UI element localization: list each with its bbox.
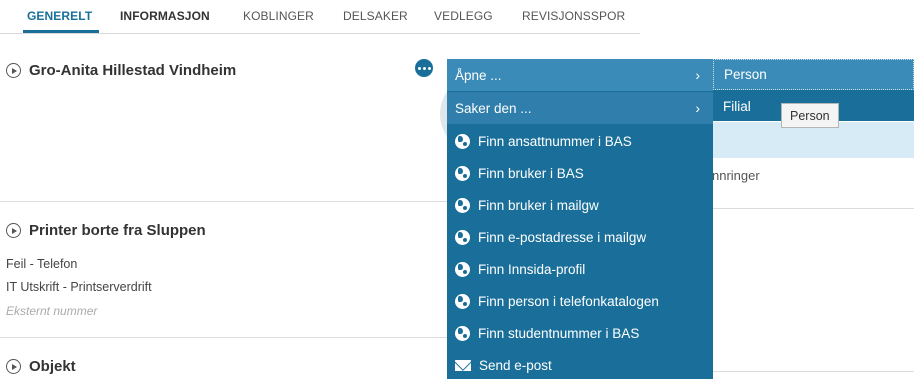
right-divider xyxy=(712,208,914,209)
menu-item-label: Åpne ... xyxy=(455,67,502,83)
tab-informasjon[interactable]: INFORMASJON xyxy=(120,9,210,23)
ellipsis-icon xyxy=(417,66,421,70)
menu-item-find-student-number[interactable]: Finn studentnummer i BAS xyxy=(447,317,713,349)
submenu-item-label: Filial xyxy=(723,99,751,114)
object-section-header[interactable]: Objekt xyxy=(6,358,76,375)
tab-koblinger[interactable]: KOBLINGER xyxy=(243,9,314,23)
mail-icon xyxy=(455,359,471,371)
menu-item-label: Finn Innsida-profil xyxy=(478,261,586,277)
menu-item-label: Finn studentnummer i BAS xyxy=(478,325,640,341)
menu-item-find-innsida-profile[interactable]: Finn Innsida-profil xyxy=(447,253,713,285)
menu-item-find-user-mailgw[interactable]: Finn bruker i mailgw xyxy=(447,189,713,221)
person-name: Gro-Anita Hillestad Vindheim xyxy=(29,62,237,79)
globe-icon xyxy=(455,197,470,213)
more-actions-button[interactable] xyxy=(415,59,433,77)
menu-item-send-email[interactable]: Send e-post xyxy=(447,349,713,379)
play-circle-icon xyxy=(6,359,21,374)
menu-item-label: Saker den ... xyxy=(455,100,532,116)
globe-icon xyxy=(455,293,470,309)
tab-vedlegg[interactable]: VEDLEGG xyxy=(434,9,493,23)
menu-item-cases[interactable]: Saker den ... › xyxy=(447,92,713,124)
tab-revisjonsspor[interactable]: REVISJONSSPOR xyxy=(522,9,625,23)
menu-item-label: Send e-post xyxy=(479,357,552,373)
globe-icon xyxy=(455,261,470,277)
globe-icon xyxy=(455,165,470,181)
menu-item-label: Finn bruker i BAS xyxy=(478,165,584,181)
globe-icon xyxy=(455,325,470,341)
context-menu: Åpne ... › Saker den ... › Finn ansattnu… xyxy=(447,59,713,379)
object-title: Objekt xyxy=(29,358,76,375)
tab-delsaker[interactable]: DELSAKER xyxy=(343,9,408,23)
section-divider xyxy=(0,337,447,338)
menu-item-find-employee-number[interactable]: Finn ansattnummer i BAS xyxy=(447,125,713,157)
external-number-field[interactable]: Eksternt nummer xyxy=(6,304,97,318)
globe-icon xyxy=(455,133,470,149)
right-divider xyxy=(712,371,914,372)
play-circle-icon xyxy=(6,63,21,78)
menu-item-label: Finn e-postadresse i mailgw xyxy=(478,229,647,245)
menu-item-label: Finn bruker i mailgw xyxy=(478,197,599,213)
background-partial-label: nnringer xyxy=(712,168,760,183)
tab-bar: GENERELT INFORMASJON KOBLINGER DELSAKER … xyxy=(0,0,640,34)
case-section-header[interactable]: Printer borte fra Sluppen xyxy=(6,222,206,239)
section-divider xyxy=(0,201,447,202)
tab-generelt[interactable]: GENERELT xyxy=(27,9,92,23)
case-title: Printer borte fra Sluppen xyxy=(29,222,206,239)
case-service: IT Utskrift - Printserverdrift xyxy=(6,280,152,294)
tooltip: Person xyxy=(781,103,839,128)
menu-item-label: Finn ansattnummer i BAS xyxy=(478,133,632,149)
submenu-item-person[interactable]: Person xyxy=(713,59,914,90)
menu-item-find-email[interactable]: Finn e-postadresse i mailgw xyxy=(447,221,713,253)
menu-item-find-phonebook[interactable]: Finn person i telefonkatalogen xyxy=(447,285,713,317)
active-tab-indicator xyxy=(23,30,99,33)
globe-icon xyxy=(455,229,470,245)
chevron-right-icon: › xyxy=(695,67,700,83)
person-section-header[interactable]: Gro-Anita Hillestad Vindheim xyxy=(6,62,236,79)
case-category: Feil - Telefon xyxy=(6,257,78,271)
tooltip-text: Person xyxy=(790,108,830,123)
menu-item-label: Finn person i telefonkatalogen xyxy=(478,293,659,309)
chevron-right-icon: › xyxy=(695,100,700,116)
play-circle-icon xyxy=(6,223,21,238)
submenu-item-label: Person xyxy=(724,67,767,82)
menu-item-open[interactable]: Åpne ... › xyxy=(447,59,713,91)
menu-item-find-user-bas[interactable]: Finn bruker i BAS xyxy=(447,157,713,189)
